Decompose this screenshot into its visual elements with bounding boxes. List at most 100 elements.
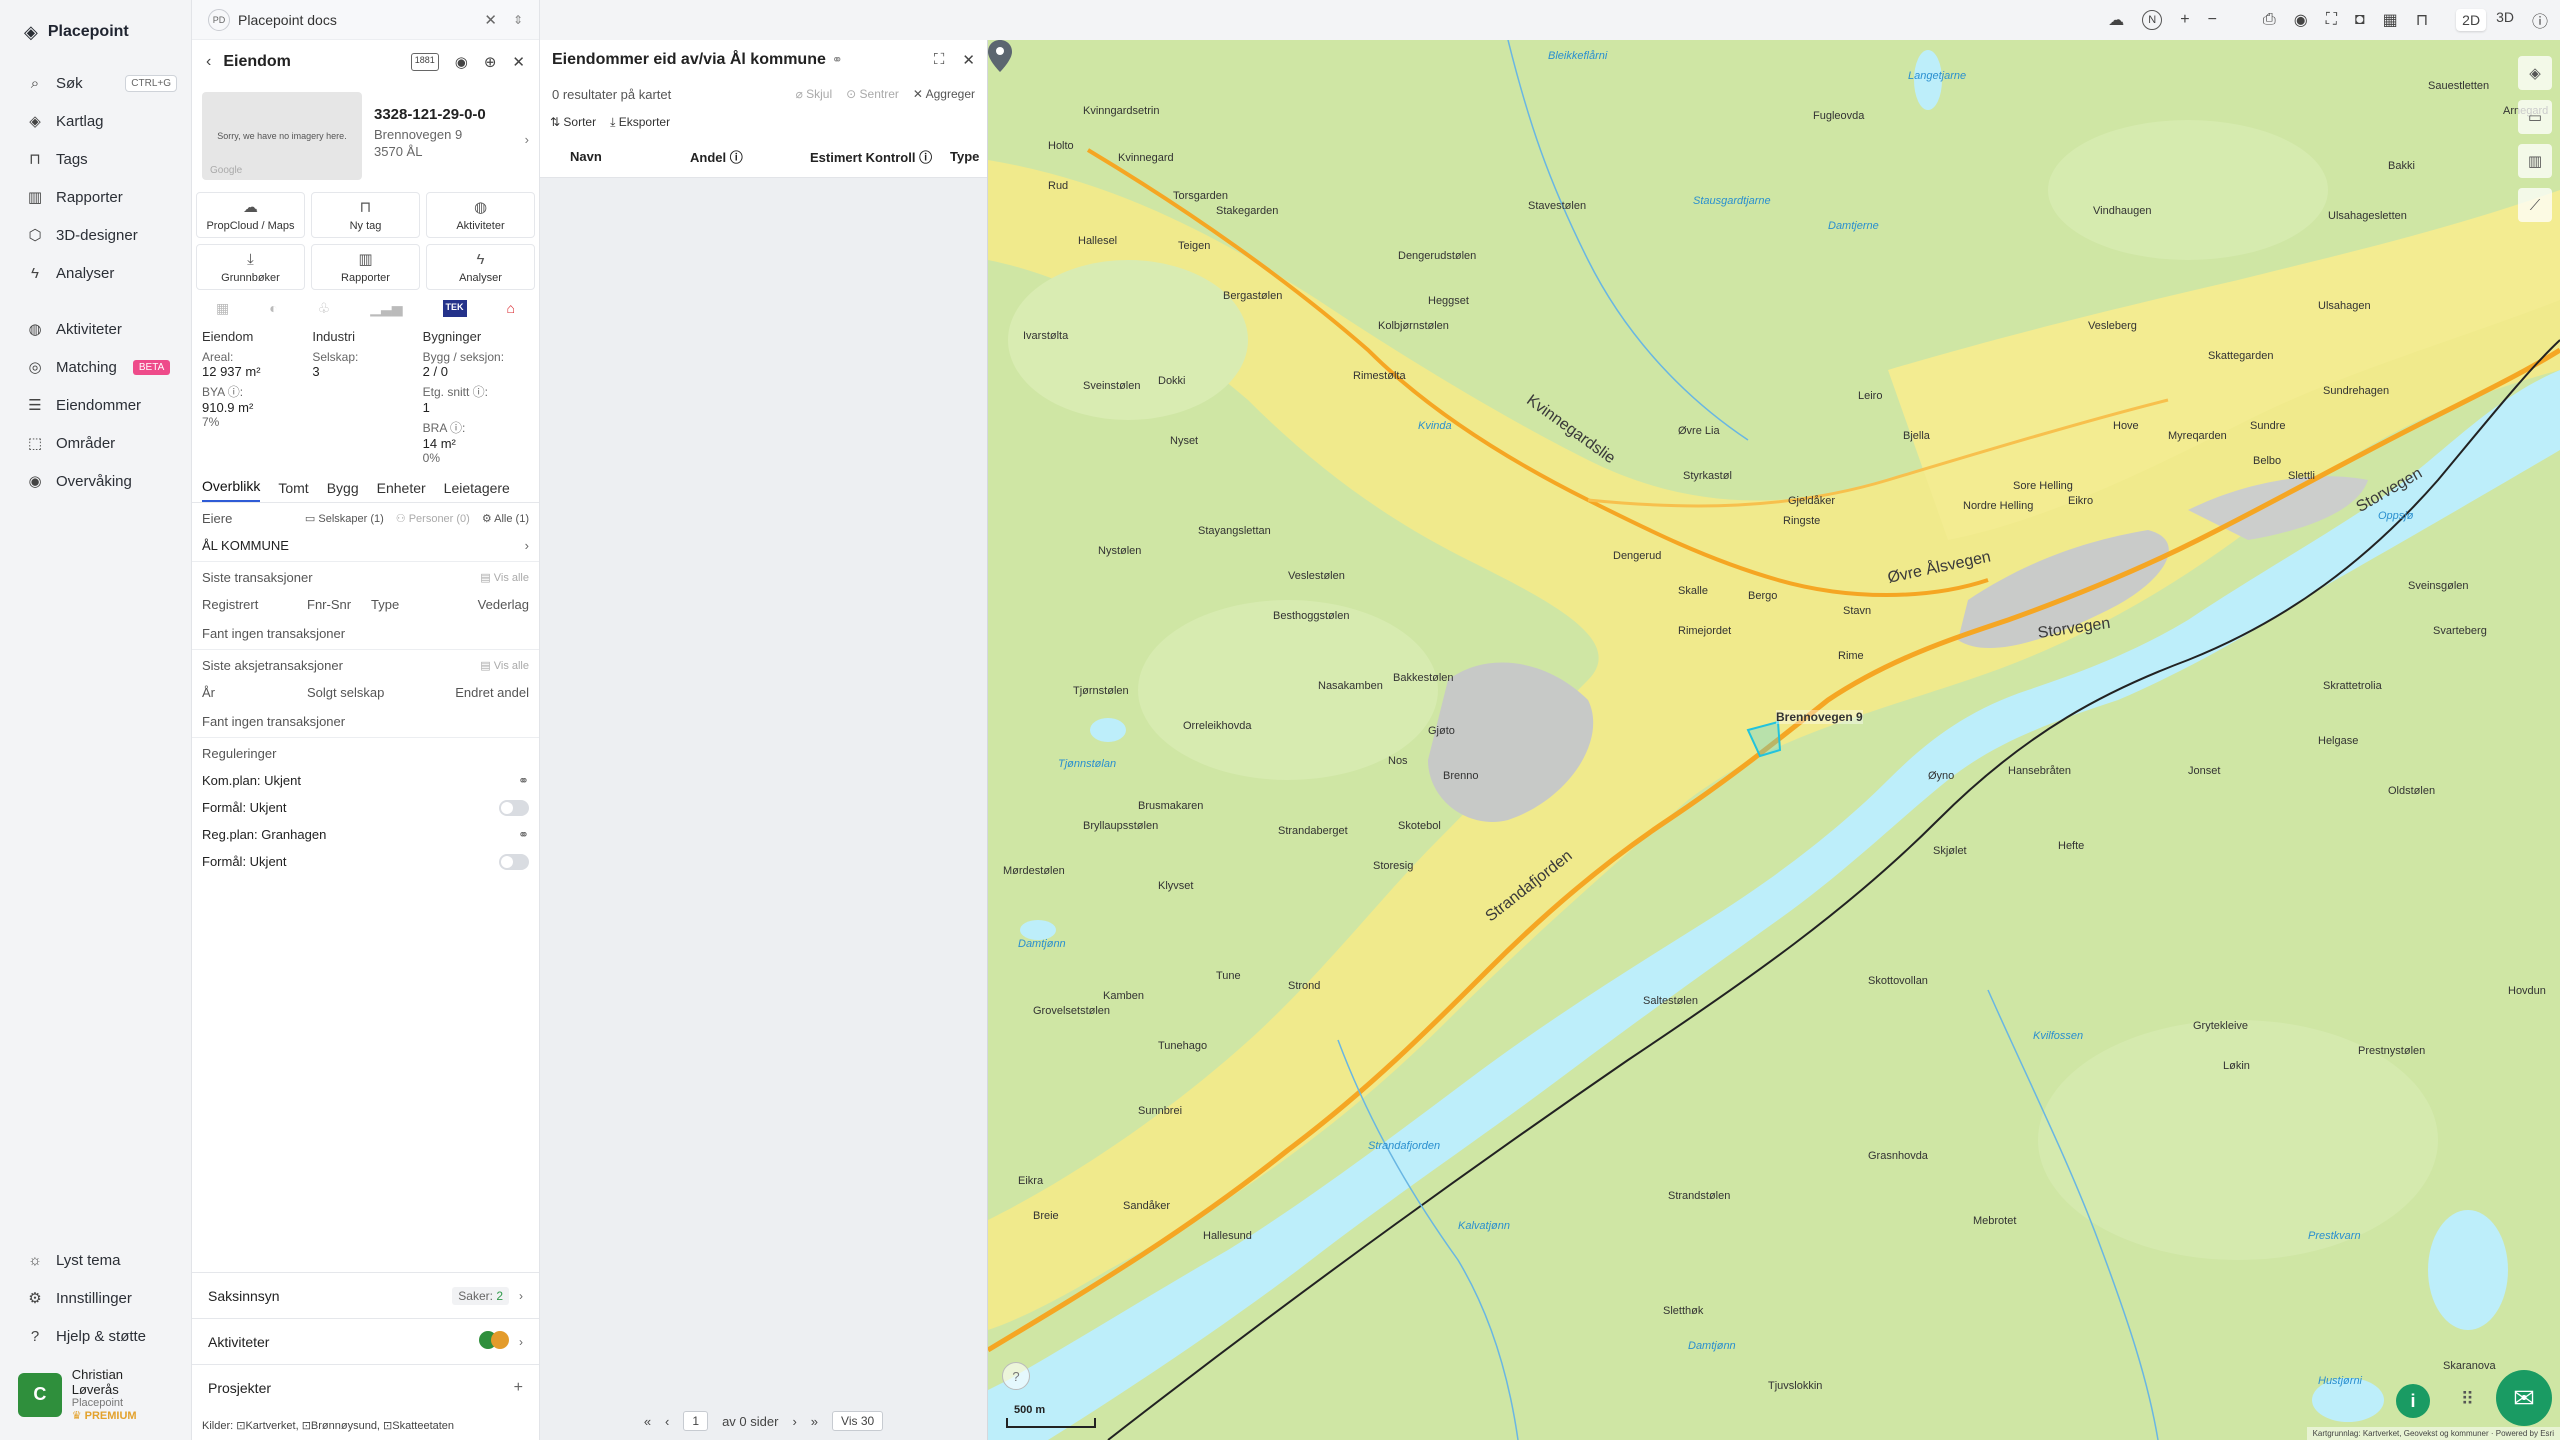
view-3d-button[interactable]: 3D [2496,9,2514,31]
nav-item-matching[interactable]: ◎ Matching BETA [0,348,191,386]
location-pin-icon[interactable] [988,40,1012,72]
back-arrow-icon[interactable]: ‹ [206,53,211,71]
tab-tomt[interactable]: Tomt [278,480,308,502]
nav-item-kartlag[interactable]: ◈ Kartlag [0,102,191,140]
sort-button[interactable]: ⇅ Sorter [550,115,596,129]
bar-levels-icon[interactable]: ▁▃▅ [370,300,402,317]
zoom-in-icon[interactable]: + [2180,11,2189,29]
eye-icon[interactable]: ◉ [2294,10,2308,30]
nav-item-overvåking[interactable]: ◉ Overvåking [0,462,191,500]
accordion-saksinnsyn[interactable]: Saksinnsyn Saker: 2 › [192,1272,539,1318]
user-profile[interactable]: C Christian Løverås Placepoint ♛ PREMIUM [0,1355,191,1440]
filter-persons[interactable]: ⚇ Personer (0) [396,512,470,525]
help-icon[interactable]: ? [1002,1362,1030,1390]
nav-item-rapporter[interactable]: ▥ Rapporter [0,178,191,216]
brand[interactable]: ◈ Placepoint [0,0,191,64]
col-header[interactable]: Type [950,149,979,164]
expand-icon[interactable]: ⛶ [934,51,945,69]
fullscreen-icon[interactable]: ⛶ [2326,11,2337,29]
chat-icon[interactable]: ✉ [2496,1370,2552,1426]
per-page-select[interactable]: Vis 30 [832,1411,884,1431]
street-view-thumbnail[interactable]: Sorry, we have no imagery here. Google [202,92,362,180]
chevron-up-down-icon[interactable]: ⇕ [513,13,523,27]
close-icon[interactable]: ✕ [484,11,497,29]
close-icon[interactable]: ✕ [962,51,975,69]
page-input[interactable]: 1 [683,1411,709,1431]
action-aktiviteter[interactable]: ◍ Aktiviteter [426,192,535,238]
view-2d-button[interactable]: 2D [2456,9,2487,31]
home-register-icon[interactable]: ⌂ [506,300,514,317]
filter-all[interactable]: ⚙ Alle (1) [482,512,529,525]
regulation-toggle[interactable] [499,853,529,870]
compass-icon[interactable]: N [2142,10,2163,30]
chevron-right-icon[interactable]: › [525,132,529,147]
col-header[interactable]: Navn [570,149,690,164]
nav-item-hjelp-støtte[interactable]: ? Hjelp & støtte [0,1317,191,1355]
nav-item-3d-designer[interactable]: ⬡ 3D-designer [0,216,191,254]
close-icon[interactable]: ✕ [512,53,525,71]
eye-icon[interactable]: ◉ [455,53,468,71]
camera-icon[interactable]: ◘ [2355,11,2365,29]
plus-icon[interactable]: + [514,1379,523,1397]
map-canvas[interactable]: Kvinnegardslie Øvre Ålsvegen Storvegen Stor… [988,40,2560,1440]
nav-item-tags[interactable]: ⊓ Tags [0,140,191,178]
tek-icon[interactable]: TEK [442,300,467,317]
last-page-icon[interactable]: » [811,1414,818,1429]
nav-item-innstillinger[interactable]: ⚙ Innstillinger [0,1279,191,1317]
drag-handle-icon[interactable]: ⠿ [2461,1389,2474,1410]
action-analyser[interactable]: ϟ Analyser [426,244,535,290]
info-icon[interactable]: ⓘ [2532,8,2548,32]
action-rapporter[interactable]: ▥ Rapporter [311,244,420,290]
center-button[interactable]: ⊙ Sentrer [846,87,899,101]
bookmark-icon[interactable]: ⊓ [2416,10,2428,30]
owner-row[interactable]: ÅL KOMMUNE › [202,538,529,553]
nav-item-områder[interactable]: ⬚ Områder [0,424,191,462]
link-icon[interactable]: ⚭ [518,773,529,789]
action-ny-tag[interactable]: ⊓ Ny tag [311,192,420,238]
accordion-aktiviteter[interactable]: Aktiviteter › [192,1318,539,1364]
first-page-icon[interactable]: « [644,1414,651,1429]
tab-leietagere[interactable]: Leietagere [444,480,510,502]
action-grunnbøker[interactable]: ⤓ Grunnbøker [196,244,305,290]
nav-item-eiendommer[interactable]: ☰ Eiendommer [0,386,191,424]
zoom-out-icon[interactable]: − [2208,11,2217,29]
globe-icon[interactable]: ◐ [269,300,277,317]
measure-icon[interactable]: ▭ [2518,100,2552,134]
property-summary[interactable]: Sorry, we have no imagery here. Google 3… [192,84,539,188]
grid-icon[interactable]: ▦ [2383,10,2398,30]
plant-icon[interactable]: ♧ [318,300,331,317]
show-all-share-transactions[interactable]: ▤ Vis alle [480,659,529,672]
layers-icon[interactable]: ◈ [2518,56,2552,90]
export-button[interactable]: ⤓ Eksporter [610,115,670,130]
chart-icon[interactable]: ▥ [2518,144,2552,178]
docs-title[interactable]: Placepoint docs [238,12,337,28]
nav-item-søk[interactable]: ⌕ Søk CTRL+G [0,64,191,102]
filter-companies[interactable]: ▭ Selskaper (1) [305,512,384,525]
place-label: Bryllaupsstølen [1083,820,1159,832]
profile-icon[interactable]: ⟋ [2518,188,2552,222]
tab-overblikk[interactable]: Overblikk [202,478,261,502]
directory-badge[interactable]: 1881 [410,53,439,71]
accordion-prosjekter[interactable]: Prosjekter + [192,1364,539,1410]
link-icon[interactable]: ⚭ [518,827,529,843]
nav-item-lyst-tema[interactable]: ☼ Lyst tema [0,1241,191,1279]
show-all-transactions[interactable]: ▤ Vis alle [480,571,529,584]
prev-page-icon[interactable]: ‹ [665,1414,669,1429]
action-propcloud-maps[interactable]: ☁ PropCloud / Maps [196,192,305,238]
tab-enheter[interactable]: Enheter [377,480,426,502]
hide-button[interactable]: ⌀ Skjul [796,87,833,101]
nav-item-aktiviteter[interactable]: ◍ Aktiviteter [0,310,191,348]
next-page-icon[interactable]: › [792,1414,796,1429]
print-icon[interactable]: ⎙ [2263,11,2276,29]
aggregate-button[interactable]: ✕ Aggreger [913,87,975,101]
tab-bygg[interactable]: Bygg [327,480,359,502]
cloud-layer-icon[interactable]: ☁ [2108,10,2124,30]
regulation-toggle[interactable] [499,799,529,816]
info-icon[interactable]: i [2396,1384,2430,1418]
nav-item-analyser[interactable]: ϟ Analyser [0,254,191,292]
col-header[interactable]: Estimert Kontroll ⓘ [810,147,950,166]
building-register-icon[interactable]: ▦ [216,300,229,317]
link-icon[interactable]: ⚭ [832,52,843,68]
crosshair-icon[interactable]: ⊕ [484,53,497,71]
col-header[interactable]: Andel ⓘ [690,147,810,166]
